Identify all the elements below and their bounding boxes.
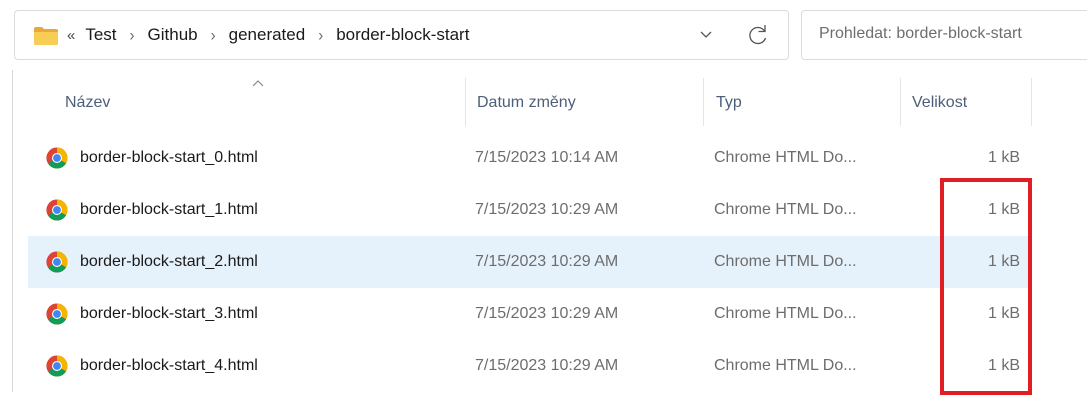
size-column-highlight <box>940 178 1032 395</box>
chrome-icon <box>46 251 68 273</box>
file-date: 7/15/2023 10:14 AM <box>475 149 619 166</box>
breadcrumb-item-generated[interactable]: generated <box>229 25 306 45</box>
chrome-icon <box>46 355 68 377</box>
breadcrumb-overflow[interactable]: « <box>67 27 75 44</box>
column-header-size[interactable]: Velikost <box>912 88 967 118</box>
chevron-right-icon[interactable]: › <box>130 26 135 45</box>
file-name: border-block-start_2.html <box>80 253 258 270</box>
breadcrumb-item-current-folder[interactable]: border-block-start <box>336 25 469 45</box>
file-name: border-block-start_3.html <box>80 305 258 322</box>
address-bar[interactable]: « Test › Github › generated › border-blo… <box>14 10 789 60</box>
file-date: 7/15/2023 10:29 AM <box>475 201 619 218</box>
file-type: Chrome HTML Do... <box>714 357 857 374</box>
file-date: 7/15/2023 10:29 AM <box>475 253 619 270</box>
refresh-icon[interactable] <box>745 21 771 49</box>
file-type: Chrome HTML Do... <box>714 149 857 166</box>
column-divider[interactable] <box>465 78 466 126</box>
search-placeholder: Prohledat: border-block-start <box>819 25 1022 42</box>
breadcrumb-item-test[interactable]: Test <box>85 25 116 45</box>
chrome-icon <box>46 303 68 325</box>
file-name: border-block-start_4.html <box>80 357 258 374</box>
chrome-icon <box>46 147 68 169</box>
file-name: border-block-start_0.html <box>80 149 258 166</box>
column-divider[interactable] <box>1031 78 1032 126</box>
chevron-right-icon[interactable]: › <box>318 26 323 45</box>
file-date: 7/15/2023 10:29 AM <box>475 305 619 322</box>
file-row[interactable]: border-block-start_0.html 7/15/2023 10:14… <box>28 132 1028 184</box>
search-input[interactable]: Prohledat: border-block-start <box>801 10 1087 60</box>
column-divider[interactable] <box>703 78 704 126</box>
pane-divider <box>12 70 13 392</box>
column-header-type[interactable]: Typ <box>716 88 742 118</box>
sort-ascending-icon <box>252 80 264 87</box>
column-header-name[interactable]: Název <box>65 88 110 118</box>
file-row[interactable]: border-block-start_4.html 7/15/2023 10:29… <box>28 340 1028 392</box>
file-size: 1 kB <box>987 149 1020 166</box>
file-type: Chrome HTML Do... <box>714 305 857 322</box>
file-date: 7/15/2023 10:29 AM <box>475 357 619 374</box>
breadcrumb-item-github[interactable]: Github <box>148 25 198 45</box>
file-type: Chrome HTML Do... <box>714 253 857 270</box>
file-row[interactable]: border-block-start_3.html 7/15/2023 10:29… <box>28 288 1028 340</box>
chevron-down-icon[interactable] <box>695 23 717 47</box>
column-divider[interactable] <box>900 78 901 126</box>
file-type: Chrome HTML Do... <box>714 201 857 218</box>
file-row[interactable]: border-block-start_1.html 7/15/2023 10:29… <box>28 184 1028 236</box>
column-header-date[interactable]: Datum změny <box>477 88 576 118</box>
folder-icon <box>34 27 58 45</box>
file-row[interactable]: border-block-start_2.html 7/15/2023 10:29… <box>28 236 1028 288</box>
chevron-right-icon[interactable]: › <box>211 26 216 45</box>
file-name: border-block-start_1.html <box>80 201 258 218</box>
chrome-icon <box>46 199 68 221</box>
breadcrumb: « Test › Github › generated › border-blo… <box>67 11 469 59</box>
